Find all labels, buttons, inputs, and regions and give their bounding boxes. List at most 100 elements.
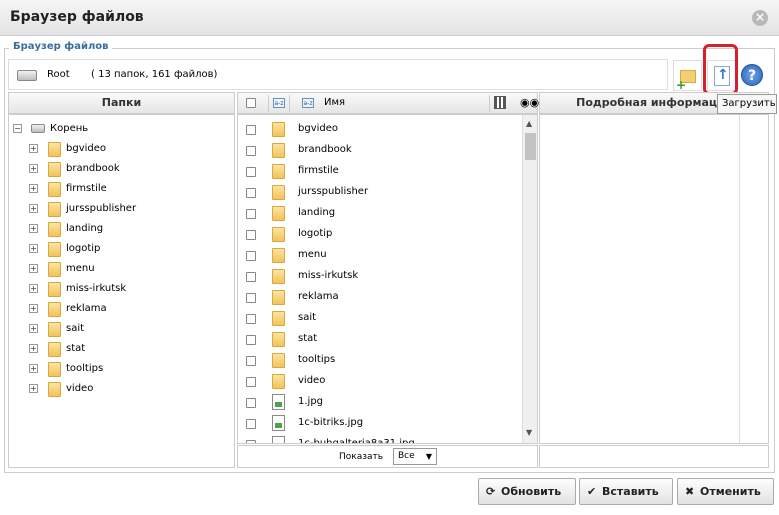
scroll-up-icon[interactable]: ▲: [526, 119, 532, 128]
file-row[interactable]: stat: [238, 329, 521, 350]
folder-icon: [272, 269, 285, 284]
file-row[interactable]: brandbook: [238, 140, 521, 161]
folder-icon: [48, 382, 61, 397]
file-checkbox[interactable]: [246, 356, 256, 366]
tree-item[interactable]: + jursspublisher: [9, 200, 234, 220]
tree-item[interactable]: + sait: [9, 320, 234, 340]
tree-item[interactable]: + tooltips: [9, 360, 234, 380]
expand-icon[interactable]: +: [29, 324, 38, 333]
chevron-down-icon: ▼: [425, 452, 432, 461]
file-row[interactable]: 1.jpg: [238, 392, 521, 413]
file-row[interactable]: jursspublisher: [238, 182, 521, 203]
file-checkbox[interactable]: [246, 125, 256, 135]
file-checkbox[interactable]: [246, 167, 256, 177]
dialog-titlebar: Браузер файлов ×: [0, 0, 779, 36]
file-row[interactable]: sait: [238, 308, 521, 329]
file-checkbox[interactable]: [246, 335, 256, 345]
collapse-icon[interactable]: −: [13, 124, 22, 133]
expand-icon[interactable]: +: [29, 384, 38, 393]
cancel-button[interactable]: ✖ Отменить: [677, 478, 774, 505]
close-icon[interactable]: ×: [752, 10, 768, 26]
name-column-header[interactable]: a-z Имя: [294, 95, 490, 112]
file-name: 1c-buhgalteria8a31.jpg: [298, 438, 415, 444]
search-icon[interactable]: ◉◉: [520, 96, 539, 109]
file-checkbox[interactable]: [246, 377, 256, 387]
folder-icon: [272, 353, 285, 368]
file-checkbox[interactable]: [246, 440, 256, 443]
file-name: tooltips: [298, 354, 336, 365]
folder-icon: [48, 282, 61, 297]
file-name: landing: [298, 207, 336, 218]
folder-icon: [48, 262, 61, 277]
folder-icon: [48, 322, 61, 337]
file-checkbox[interactable]: [246, 230, 256, 240]
expand-icon[interactable]: +: [29, 184, 38, 193]
file-checkbox[interactable]: [246, 314, 256, 324]
tree-item-label: sait: [66, 323, 85, 334]
file-row[interactable]: landing: [238, 203, 521, 224]
scroll-down-icon[interactable]: ▼: [526, 428, 532, 437]
tree-root-label: Корень: [50, 123, 89, 134]
tree-item-label: firmstile: [66, 183, 107, 194]
tree-item[interactable]: + brandbook: [9, 160, 234, 180]
path-root[interactable]: Root: [47, 69, 70, 80]
sort-icon: a-z: [273, 98, 285, 108]
file-checkbox[interactable]: [246, 272, 256, 282]
expand-icon[interactable]: +: [29, 264, 38, 273]
expand-icon[interactable]: +: [29, 224, 38, 233]
file-row[interactable]: logotip: [238, 224, 521, 245]
tree-item[interactable]: + menu: [9, 260, 234, 280]
file-checkbox[interactable]: [246, 293, 256, 303]
file-name: menu: [298, 249, 327, 260]
file-checkbox[interactable]: [246, 188, 256, 198]
file-row[interactable]: 1c-bitriks.jpg: [238, 413, 521, 434]
file-row[interactable]: reklama: [238, 287, 521, 308]
folder-icon: [272, 332, 285, 347]
expand-icon[interactable]: +: [29, 284, 38, 293]
expand-icon[interactable]: +: [29, 344, 38, 353]
tree-item[interactable]: + stat: [9, 340, 234, 360]
sort-button[interactable]: a-z: [268, 95, 290, 112]
checkmark-icon: ✔: [587, 485, 597, 498]
tree-item[interactable]: + logotip: [9, 240, 234, 260]
refresh-button[interactable]: ⟳ Обновить: [478, 478, 576, 505]
file-row[interactable]: bgvideo: [238, 119, 521, 140]
expand-icon[interactable]: +: [29, 164, 38, 173]
tree-item[interactable]: + miss-irkutsk: [9, 280, 234, 300]
file-name: firmstile: [298, 165, 339, 176]
file-row[interactable]: menu: [238, 245, 521, 266]
select-all-checkbox[interactable]: [246, 98, 256, 108]
file-row[interactable]: miss-irkutsk: [238, 266, 521, 287]
page-size-select[interactable]: Все ▼: [393, 448, 437, 465]
expand-icon[interactable]: +: [29, 144, 38, 153]
file-name: sait: [298, 312, 317, 323]
tree-item[interactable]: + reklama: [9, 300, 234, 320]
tree-item[interactable]: + bgvideo: [9, 140, 234, 160]
file-row[interactable]: firmstile: [238, 161, 521, 182]
tree-item[interactable]: + video: [9, 380, 234, 400]
file-checkbox[interactable]: [246, 398, 256, 408]
tree-item[interactable]: + landing: [9, 220, 234, 240]
expand-icon[interactable]: +: [29, 204, 38, 213]
page-size-value: Все: [398, 451, 415, 461]
tree-root[interactable]: − Корень: [9, 120, 234, 140]
tree-item[interactable]: + firmstile: [9, 180, 234, 200]
insert-label: Вставить: [602, 485, 659, 498]
expand-icon[interactable]: +: [29, 364, 38, 373]
scroll-thumb[interactable]: [525, 133, 536, 160]
insert-button[interactable]: ✔ Вставить: [579, 478, 673, 505]
file-row[interactable]: tooltips: [238, 350, 521, 371]
file-checkbox[interactable]: [246, 209, 256, 219]
file-row[interactable]: video: [238, 371, 521, 392]
help-button[interactable]: ?: [738, 60, 767, 91]
columns-icon[interactable]: [494, 96, 506, 109]
file-row[interactable]: 1c-buhgalteria8a31.jpg: [238, 434, 521, 444]
file-checkbox[interactable]: [246, 146, 256, 156]
file-checkbox[interactable]: [246, 419, 256, 429]
expand-icon[interactable]: +: [29, 304, 38, 313]
expand-icon[interactable]: +: [29, 244, 38, 253]
folder-icon: [272, 290, 285, 305]
new-folder-button[interactable]: +: [673, 60, 702, 92]
file-list-scrollbar[interactable]: ▲ ▼: [522, 115, 537, 443]
file-checkbox[interactable]: [246, 251, 256, 261]
